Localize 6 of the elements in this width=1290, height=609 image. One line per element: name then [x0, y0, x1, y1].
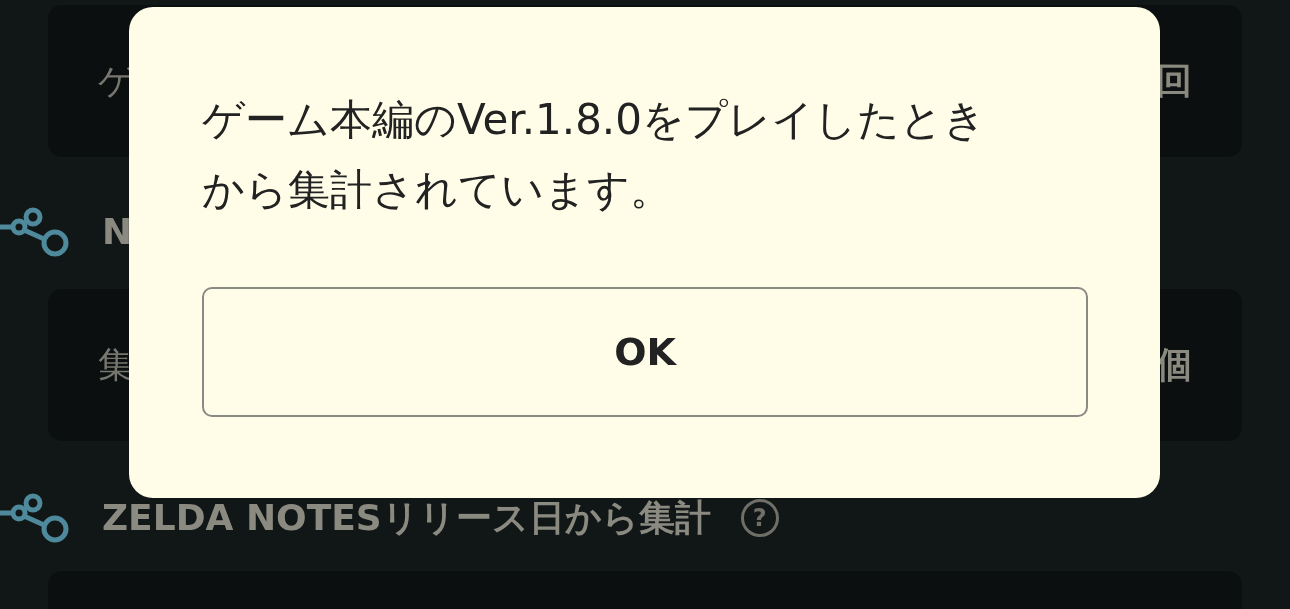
section-heading: ZELDA NOTESリリース日から集計: [102, 496, 711, 540]
dialog-message: ゲーム本編のVer.1.8.0をプレイしたときから集計されています。: [202, 94, 987, 216]
stat-label: 集: [98, 343, 134, 387]
section-heading: N: [102, 210, 133, 254]
stat-unit: 個: [1156, 343, 1192, 387]
ok-button[interactable]: OK: [202, 287, 1088, 417]
